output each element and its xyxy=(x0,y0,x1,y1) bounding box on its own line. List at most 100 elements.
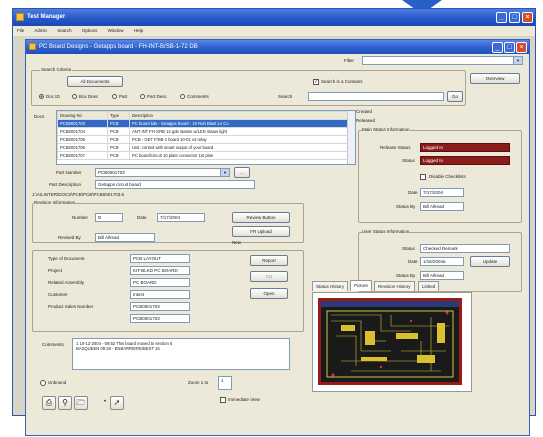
radio-part[interactable]: Part xyxy=(112,94,127,100)
menu-window[interactable]: Window xyxy=(108,28,124,33)
child-close-icon[interactable]: × xyxy=(516,42,527,53)
document-type-field[interactable]: PCB LAYOUT xyxy=(130,254,190,263)
project-field[interactable]: KIT-BLKD PC BOARD xyxy=(130,266,190,275)
filter-label: Filter xyxy=(344,58,354,63)
comments-label: Comments xyxy=(42,342,64,347)
table-cell: PCB - GET F/SB-1 board 10-01 v4 relay xyxy=(129,135,348,144)
menu-help[interactable]: Help xyxy=(134,28,143,33)
radio-doc-id[interactable]: Doc ID xyxy=(39,94,60,100)
revision-number-field[interactable]: D xyxy=(95,213,123,222)
part-number-label: Part Number xyxy=(56,170,82,175)
immediate-view-label: Immediate View xyxy=(228,397,260,402)
table-cell: PC board kits - Getapps board - 10 Ruh B… xyxy=(129,119,348,128)
cd-button[interactable]: CD xyxy=(250,271,288,282)
child-minimize-icon[interactable]: _ xyxy=(492,42,503,53)
table-row[interactable]: PCB0001703 PCB PC board kits - Getapps b… xyxy=(57,119,348,128)
column-header[interactable]: Type xyxy=(107,111,130,120)
table-cell: PCB xyxy=(107,135,130,144)
disable-checklists-checkbox[interactable] xyxy=(420,174,426,180)
release-status-field[interactable]: Logged In xyxy=(420,143,510,152)
all-documents-button[interactable]: All Documents xyxy=(67,76,123,87)
table-row[interactable]: PCB0001704 PCB ANT INT FH-SRB 14 gde sta… xyxy=(57,127,348,136)
overview-button[interactable]: Overview xyxy=(470,73,520,84)
menu-bar: File Admin Search Options Window Help xyxy=(13,26,535,36)
tab-picture[interactable]: Picture xyxy=(350,280,373,291)
table-cell: PCB0001707 xyxy=(57,151,108,160)
menu-options[interactable]: Options xyxy=(82,28,98,33)
detail-label: Project xyxy=(48,268,63,273)
document-list: Drawing No Type Description PCB0001703 P… xyxy=(56,110,356,165)
table-row[interactable]: PCB0001705 PCB PCB - GET F/SB-1 board 10… xyxy=(57,135,348,144)
list-scrollbar[interactable] xyxy=(347,111,355,164)
go-button[interactable]: Go xyxy=(447,91,463,102)
document-title-bar: PC Board Designs - Getapps board - FH-IN… xyxy=(26,40,529,54)
open-folder-icon[interactable]: 🗁 xyxy=(74,396,88,410)
status-label: Status xyxy=(402,158,415,163)
table-cell: ANT INT FH-SRB 14 gde station w/LED stat… xyxy=(129,127,348,136)
update-button[interactable]: Update xyxy=(470,256,510,267)
customer-field[interactable]: Intest xyxy=(130,290,190,299)
revised-by-field[interactable]: Bill Allread xyxy=(95,233,155,242)
radio-box-desc[interactable]: Box Desc xyxy=(72,94,99,100)
radio-part-desc-label: Part Desc xyxy=(147,94,167,99)
table-row[interactable]: PCB0001707 PCB PC board/circuit 10 plate… xyxy=(57,151,348,160)
filter-dropdown[interactable]: ▼ xyxy=(362,56,523,65)
user-status-by-label: Status By xyxy=(396,273,416,278)
user-status-by-field[interactable]: Bill Allread xyxy=(420,271,464,280)
report-button[interactable]: Report xyxy=(250,255,288,266)
column-header[interactable]: Description xyxy=(129,111,348,120)
revision-date-field[interactable]: 7/17/2004 xyxy=(157,213,205,222)
created-label: Created xyxy=(356,109,373,114)
file-upload-button[interactable]: FR Upload xyxy=(232,226,290,237)
table-row[interactable]: PCB0001706 PCB Unit: control with smart … xyxy=(57,143,348,152)
menu-admin[interactable]: Admin xyxy=(34,28,47,33)
main-status-label: Main Status Information xyxy=(362,127,410,132)
detail-label: Related Assembly xyxy=(48,280,85,285)
search-criteria-label: Search Criteria xyxy=(40,67,73,72)
status-field[interactable]: Logged In xyxy=(420,156,510,165)
additional-number-field[interactable]: PCB0001703 xyxy=(130,314,190,323)
export-icon[interactable]: ➚ xyxy=(110,396,124,410)
released-label: Released xyxy=(356,118,376,123)
menu-file[interactable]: File xyxy=(17,28,24,33)
tab-linked[interactable]: Linked xyxy=(418,281,440,291)
minimize-icon[interactable]: _ xyxy=(496,12,507,23)
status-date-field[interactable]: 7/17/2004 xyxy=(420,188,464,197)
menu-search[interactable]: Search xyxy=(57,28,71,33)
review-button[interactable]: Review Button xyxy=(232,212,290,223)
part-browse-button[interactable]: ... xyxy=(234,167,250,178)
table-cell: PCB xyxy=(107,127,130,136)
radio-part-desc[interactable]: Part Desc xyxy=(140,94,167,100)
radio-box-desc-label: Box Desc xyxy=(79,94,99,99)
document-table: Drawing No Type Description PCB0001703 P… xyxy=(57,111,348,160)
chevron-down-icon: ▼ xyxy=(220,169,229,176)
immediate-view-checkbox[interactable] xyxy=(220,397,226,403)
status-by-field[interactable]: Bill Allread xyxy=(420,202,464,211)
contains-checkbox[interactable]: ✓ xyxy=(313,79,319,85)
close-icon[interactable]: × xyxy=(522,12,533,23)
search-input[interactable] xyxy=(308,92,444,101)
part-description-label: Part Description xyxy=(49,182,82,187)
app-title-bar: Test Manager _ □ × xyxy=(13,9,535,26)
radio-comments[interactable]: Comments xyxy=(180,94,209,100)
print-preview-icon[interactable]: ⚲ xyxy=(58,396,72,410)
unbound-radio[interactable] xyxy=(40,380,46,386)
tab-status-history[interactable]: Status History xyxy=(312,281,349,291)
comments-field[interactable]: 1 10-12-2004 - 09:52 This board moved to… xyxy=(72,338,290,370)
revised-by-label: Revised By xyxy=(58,235,81,240)
user-status-field[interactable]: Checked Remark xyxy=(420,244,510,253)
column-header[interactable]: Drawing No xyxy=(57,111,108,120)
related-assembly-field[interactable]: PC BOARD xyxy=(130,278,190,287)
table-cell: PCB xyxy=(107,143,130,152)
product-sales-number-field[interactable]: PCB0001703 xyxy=(130,302,190,311)
print-icon[interactable]: ⎙ xyxy=(42,396,56,410)
zoom-field[interactable]: 1 xyxy=(218,376,232,390)
user-status-date-field[interactable]: 1/16/2004a xyxy=(420,257,464,266)
open-button[interactable]: Open xyxy=(250,288,288,299)
maximize-icon[interactable]: □ xyxy=(509,12,520,23)
part-description-field[interactable]: Getapps circuit board xyxy=(95,180,255,189)
child-maximize-icon[interactable]: □ xyxy=(504,42,515,53)
part-number-dropdown[interactable]: PCB0001703 ▼ xyxy=(95,168,230,177)
part-number-value: PCB0001703 xyxy=(98,170,125,175)
tab-revision-history[interactable]: Revision History xyxy=(374,281,415,291)
